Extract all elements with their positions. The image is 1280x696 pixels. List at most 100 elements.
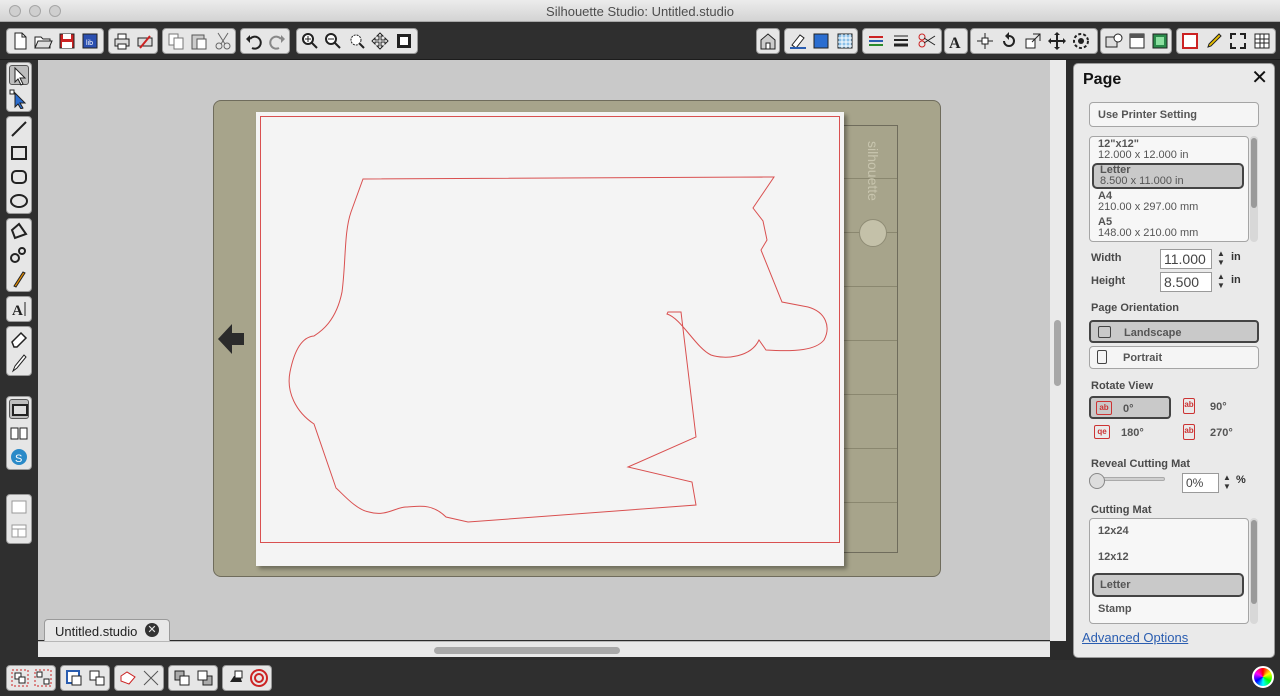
landscape-button[interactable]: Landscape — [1089, 320, 1259, 343]
vertical-scroll-thumb[interactable] — [1054, 320, 1061, 386]
select-arrow-icon[interactable] — [9, 65, 29, 86]
store-icon[interactable] — [758, 31, 778, 51]
redo-icon[interactable] — [267, 31, 287, 51]
page-size-item[interactable]: A4 210.00 x 297.00 mm — [1092, 191, 1244, 215]
portrait-button[interactable]: Portrait — [1089, 346, 1259, 369]
edit-points-icon[interactable] — [9, 89, 29, 109]
ellipse-tool-icon[interactable] — [9, 191, 29, 211]
rotate-180-button[interactable]: qe 180° — [1089, 422, 1171, 445]
ungroup-icon[interactable] — [33, 668, 53, 688]
zoom-in-icon[interactable] — [300, 31, 320, 51]
height-input[interactable]: 8.500 — [1160, 272, 1212, 292]
new-file-icon[interactable] — [10, 31, 30, 51]
online-store-icon[interactable]: S — [9, 447, 29, 467]
split-panel-icon[interactable] — [9, 521, 29, 541]
make-compound-icon[interactable] — [64, 668, 84, 688]
grid-icon[interactable] — [1252, 31, 1272, 51]
registration-marks-icon[interactable] — [1180, 31, 1200, 51]
rotate-90-button[interactable]: ab 90° — [1178, 396, 1260, 419]
line-width-icon[interactable] — [891, 31, 911, 51]
library-view-icon[interactable] — [9, 423, 29, 443]
fill-pattern-icon[interactable] — [835, 31, 855, 51]
line-color-icon[interactable] — [788, 31, 808, 51]
curve-tool-icon[interactable] — [9, 245, 29, 265]
width-input[interactable]: 11.000 — [1160, 249, 1212, 269]
design-canvas[interactable]: silhouette — [38, 60, 1050, 640]
zoom-out-icon[interactable] — [323, 31, 343, 51]
polygon-tool-icon[interactable] — [9, 221, 29, 241]
undo-icon[interactable] — [244, 31, 264, 51]
eraser-tool-icon[interactable] — [9, 329, 29, 349]
reveal-mat-stepper[interactable]: ▲ ▼ — [1222, 473, 1232, 493]
page-size-item[interactable]: A5 148.00 x 210.00 mm — [1092, 217, 1244, 241]
page-setup-icon[interactable] — [1127, 31, 1147, 51]
cut-settings-icon[interactable] — [1150, 31, 1170, 51]
knife-tool-icon[interactable] — [9, 353, 29, 373]
bring-forward-icon[interactable] — [172, 668, 192, 688]
rotate-0-button[interactable]: ab 0° — [1089, 396, 1171, 419]
cutting-mat-item[interactable]: 12x24 — [1092, 525, 1244, 545]
release-compound-icon[interactable] — [87, 668, 107, 688]
cutting-mat-scrollbar[interactable] — [1250, 518, 1258, 624]
pan-icon[interactable] — [370, 31, 390, 51]
single-panel-icon[interactable] — [9, 497, 29, 517]
send-backward-icon[interactable] — [195, 668, 215, 688]
cutting-mat-item[interactable]: Stamp — [1092, 603, 1244, 623]
reveal-mat-input[interactable]: 0% — [1182, 473, 1219, 493]
close-tab-icon[interactable]: ✕ — [145, 623, 159, 637]
rounded-rectangle-tool-icon[interactable] — [9, 167, 29, 187]
sketch-pen-icon[interactable] — [1204, 31, 1224, 51]
fill-color-icon[interactable] — [811, 31, 831, 51]
fullscreen-icon[interactable] — [1228, 31, 1248, 51]
scale-icon[interactable] — [1023, 31, 1043, 51]
fit-page-icon[interactable] — [394, 31, 414, 51]
weld-icon[interactable] — [118, 668, 138, 688]
page-size-item[interactable]: 12"x12" 12.000 x 12.000 in — [1092, 139, 1244, 163]
rotate-270-button[interactable]: ab 270° — [1178, 422, 1260, 445]
cutting-mat-item-selected[interactable]: Letter — [1092, 573, 1244, 597]
trace-icon[interactable] — [249, 668, 269, 688]
line-tool-icon[interactable] — [9, 119, 29, 139]
cut-shape-outline[interactable] — [256, 112, 844, 566]
knife-cut-icon[interactable] — [141, 668, 161, 688]
page-size-item-selected[interactable]: Letter 8.500 x 11.000 in — [1092, 163, 1244, 189]
replicate-icon[interactable] — [1071, 31, 1091, 51]
group-icon[interactable] — [10, 668, 30, 688]
open-file-icon[interactable] — [33, 31, 53, 51]
print-cut-icon[interactable] — [135, 31, 155, 51]
width-stepper[interactable]: ▲ ▼ — [1216, 249, 1226, 269]
page-size-list[interactable]: 12"x12" 12.000 x 12.000 in Letter 8.500 … — [1089, 136, 1249, 242]
close-panel-icon[interactable]: ✕ — [1251, 68, 1268, 88]
design-view-icon[interactable] — [9, 399, 29, 419]
cut-style-icon[interactable] — [917, 31, 937, 51]
vertical-scrollbar[interactable] — [1050, 60, 1066, 641]
cutting-mat-list[interactable]: 12x24 12x12 Letter Stamp — [1089, 518, 1249, 624]
advanced-options-link[interactable]: Advanced Options — [1082, 630, 1188, 645]
library-save-icon[interactable]: lib — [80, 31, 100, 51]
page-size-scrollbar[interactable] — [1250, 136, 1258, 242]
offset-icon[interactable] — [226, 668, 246, 688]
cut-icon[interactable] — [213, 31, 233, 51]
cutting-mat-item[interactable]: 12x12 — [1092, 551, 1244, 571]
reveal-mat-slider-knob[interactable] — [1089, 473, 1105, 489]
zoom-select-icon[interactable] — [347, 31, 367, 51]
rotate-icon[interactable] — [999, 31, 1019, 51]
move-icon[interactable] — [1047, 31, 1067, 51]
align-icon[interactable] — [975, 31, 995, 51]
print-icon[interactable] — [112, 31, 132, 51]
save-icon[interactable] — [57, 31, 77, 51]
freehand-tool-icon[interactable] — [9, 269, 29, 289]
horizontal-scroll-thumb[interactable] — [434, 647, 620, 654]
rectangle-tool-icon[interactable] — [9, 143, 29, 163]
horizontal-scrollbar[interactable] — [38, 641, 1050, 657]
height-stepper[interactable]: ▲ ▼ — [1216, 272, 1226, 292]
line-style-icon[interactable] — [866, 31, 886, 51]
paste-icon[interactable] — [189, 31, 209, 51]
text-style-icon[interactable]: A — [946, 31, 966, 51]
library-icon[interactable] — [1104, 31, 1124, 51]
color-picker-icon[interactable] — [1252, 666, 1274, 688]
text-tool-icon[interactable]: A — [9, 299, 29, 319]
use-printer-setting-button[interactable]: Use Printer Setting — [1089, 102, 1259, 127]
copy-icon[interactable] — [166, 31, 186, 51]
document-tab[interactable]: Untitled.studio ✕ — [44, 619, 170, 641]
